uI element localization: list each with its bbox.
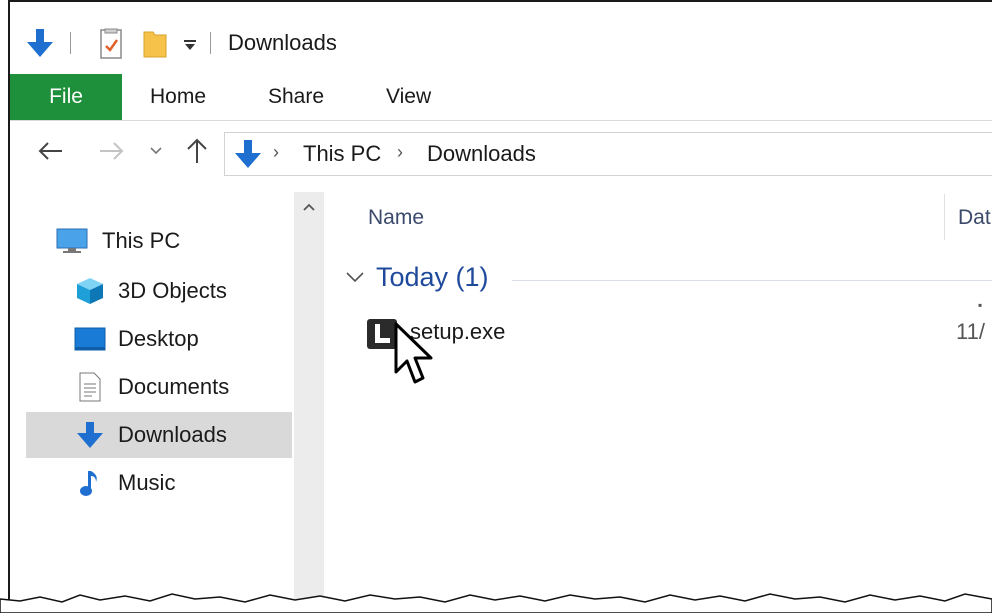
window-title: Downloads: [228, 30, 337, 55]
cube-icon: [74, 276, 106, 306]
column-header-name[interactable]: Name: [368, 206, 424, 230]
up-arrow-icon[interactable]: [182, 134, 212, 168]
sidebar-item-music[interactable]: Music: [26, 460, 292, 506]
toolbar-divider: [70, 32, 71, 54]
address-bar[interactable]: › This PC › Downloads: [224, 132, 992, 176]
sidebar-item-this-pc[interactable]: This PC: [10, 218, 276, 264]
sidebar-item-label: Documents: [118, 374, 230, 399]
chevron-down-icon[interactable]: [144, 134, 168, 168]
properties-icon[interactable]: [96, 26, 126, 62]
group-divider: [512, 280, 992, 281]
desktop-icon: [74, 324, 106, 354]
file-list: Name Dat Today (1) ▪ setup.exe 11/: [326, 182, 992, 613]
title-bar: Downloads: [10, 2, 992, 74]
installer-app-icon: [366, 318, 398, 350]
chevron-up-icon[interactable]: [294, 192, 324, 222]
download-arrow-icon[interactable]: [24, 26, 56, 60]
navigation-pane-scrollbar[interactable]: [294, 192, 324, 613]
breadcrumb-separator: ›: [397, 142, 403, 162]
new-folder-icon[interactable]: [140, 26, 170, 62]
sidebar-item-label: Downloads: [118, 422, 227, 447]
tab-share[interactable]: Share: [268, 74, 324, 120]
tab-view[interactable]: View: [386, 74, 431, 120]
back-arrow-icon[interactable]: [32, 134, 68, 168]
table-row[interactable]: ▪ setup.exe 11/: [366, 298, 992, 356]
download-arrow-icon: [231, 137, 265, 171]
group-header[interactable]: Today (1): [376, 262, 489, 293]
breadcrumb-separator: ›: [273, 142, 279, 162]
forward-arrow-icon[interactable]: [94, 134, 130, 168]
music-note-icon: [74, 468, 106, 498]
sidebar-item-label: Desktop: [118, 326, 199, 351]
sidebar-item-documents[interactable]: Documents: [26, 364, 292, 410]
navigation-bar: › This PC › Downloads: [10, 120, 992, 182]
breadcrumb-downloads[interactable]: Downloads: [427, 141, 536, 167]
file-explorer-window: Downloads File Home Share View › This PC…: [8, 0, 992, 613]
sidebar-item-label: 3D Objects: [118, 278, 227, 303]
sidebar-item-desktop[interactable]: Desktop: [26, 316, 292, 362]
ribbon-tabs: File Home Share View: [10, 74, 992, 121]
navigation-pane: This PC 3D Objects Desktop Documents Dow…: [10, 182, 292, 613]
breadcrumb-this-pc[interactable]: This PC: [303, 141, 381, 167]
sidebar-item-downloads[interactable]: Downloads: [26, 412, 292, 458]
monitor-icon: [56, 226, 88, 256]
sidebar-item-3d-objects[interactable]: 3D Objects: [26, 268, 292, 314]
customize-toolbar-icon[interactable]: [180, 26, 200, 62]
column-divider[interactable]: [944, 194, 945, 240]
file-date: 11/: [956, 319, 985, 344]
document-icon: [74, 372, 106, 402]
tab-file[interactable]: File: [10, 74, 122, 120]
download-arrow-icon: [74, 420, 106, 450]
chevron-down-icon[interactable]: [344, 266, 366, 288]
sidebar-item-label: This PC: [102, 228, 181, 253]
toolbar-divider: [210, 32, 211, 54]
scroll-marker: ▪: [978, 298, 983, 312]
column-header-date[interactable]: Dat: [958, 206, 991, 230]
file-name[interactable]: setup.exe: [410, 319, 505, 345]
content-area: This PC 3D Objects Desktop Documents Dow…: [10, 182, 992, 613]
tab-home[interactable]: Home: [150, 74, 206, 120]
sidebar-item-label: Music: [118, 470, 176, 495]
